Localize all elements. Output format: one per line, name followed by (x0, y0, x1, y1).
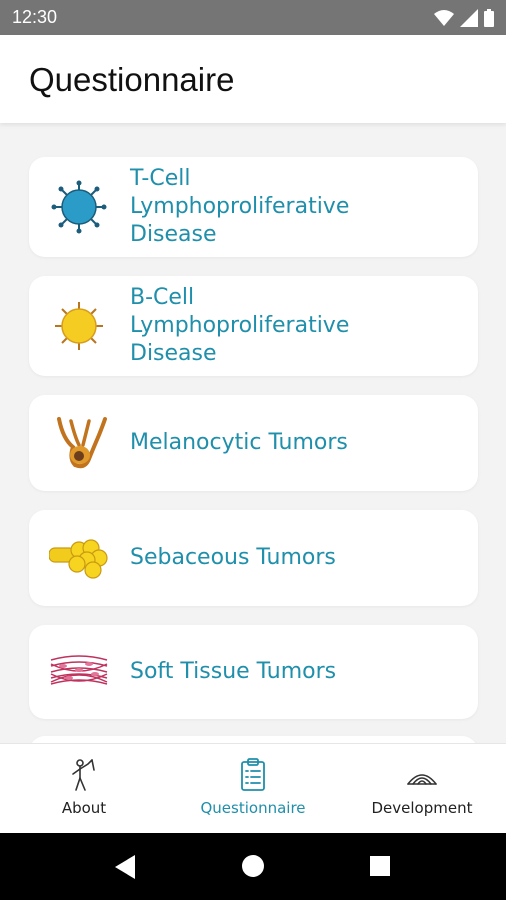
nav-label: Development (371, 799, 473, 817)
category-label: Sebaceous Tumors (130, 545, 336, 570)
nav-development[interactable]: Development (338, 744, 506, 834)
category-card-melanocytic[interactable]: Melanocytic Tumors (29, 395, 478, 491)
wifi-icon (434, 10, 454, 26)
category-card-soft-tissue[interactable]: Soft Tissue Tumors (29, 625, 478, 719)
status-time: 12:30 (12, 7, 58, 27)
status-icons (434, 8, 494, 28)
category-list[interactable]: T-Cell Lymphoproliferative Disease B-Cel… (0, 123, 506, 743)
page-title: Questionnaire (29, 61, 235, 98)
category-label: Melanocytic Tumors (130, 430, 348, 455)
category-card-t-cell[interactable]: T-Cell Lymphoproliferative Disease (29, 157, 478, 257)
nav-questionnaire[interactable]: Questionnaire (169, 744, 337, 834)
melanocyte-icon (57, 417, 107, 469)
category-card-sebaceous[interactable]: Sebaceous Tumors (29, 510, 478, 606)
battery-icon (484, 9, 494, 27)
soft-tissue-icon (50, 655, 108, 685)
category-card-partial[interactable] (29, 736, 478, 743)
category-label: T-Cell Lymphoproliferative Disease (130, 166, 350, 247)
nav-label: Questionnaire (200, 799, 306, 817)
nav-about[interactable]: About (0, 744, 168, 834)
category-label: B-Cell Lymphoproliferative Disease (130, 285, 350, 366)
category-label: Soft Tissue Tumors (130, 659, 337, 684)
status-bar: 12:30 (0, 0, 506, 35)
sebaceous-gland-icon (49, 539, 108, 579)
figure-icon (72, 759, 95, 791)
t-cell-icon (51, 180, 107, 234)
b-cell-icon (55, 302, 103, 350)
bottom-nav: About Questionnaire Development (0, 743, 506, 833)
system-nav-bar (0, 833, 506, 900)
home-icon[interactable] (242, 855, 264, 877)
dome-icon (407, 774, 437, 785)
nav-label: About (61, 799, 107, 817)
recents-icon[interactable] (370, 856, 390, 876)
signal-icon (460, 9, 478, 27)
app-bar: Questionnaire (0, 35, 506, 123)
clipboard-icon (241, 758, 265, 791)
back-icon[interactable] (115, 855, 135, 879)
category-card-b-cell[interactable]: B-Cell Lymphoproliferative Disease (29, 276, 478, 376)
